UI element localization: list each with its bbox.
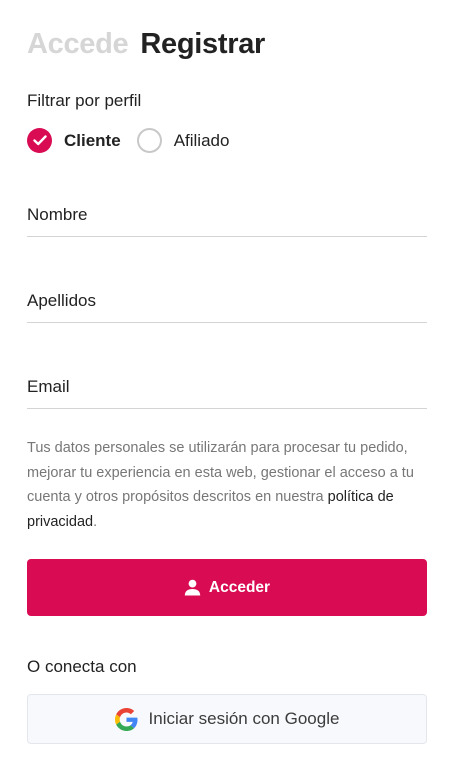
profile-filter-label: Filtrar por perfil	[27, 91, 142, 110]
google-signin-button[interactable]: Iniciar sesión con Google	[27, 694, 427, 744]
lastname-field-wrapper	[27, 279, 427, 323]
google-signin-label: Iniciar sesión con Google	[148, 709, 340, 728]
email-field-wrapper	[27, 365, 427, 409]
submit-label: Acceder	[208, 578, 271, 596]
radio-label-afiliado: Afiliado	[173, 130, 230, 150]
submit-button[interactable]: Acceder	[27, 559, 427, 616]
radio-unchecked-icon[interactable]	[136, 128, 162, 153]
email-input[interactable]	[27, 365, 427, 408]
privacy-suffix: .	[93, 513, 98, 530]
register-page: Accede Registrar Filtrar por perfil Clie…	[0, 0, 461, 761]
tab-register[interactable]: Registrar	[140, 26, 265, 62]
user-icon	[184, 579, 201, 596]
profile-radio-group: Cliente Afiliado	[27, 128, 245, 153]
radio-label-cliente: Cliente	[64, 130, 121, 150]
social-connect-label: O conecta con	[27, 657, 137, 676]
lastname-input[interactable]	[27, 279, 427, 322]
name-input[interactable]	[27, 193, 427, 236]
radio-option-cliente[interactable]: Cliente	[27, 128, 121, 153]
google-icon	[114, 707, 138, 731]
privacy-notice: Tus datos personales se utilizarán para …	[27, 436, 432, 534]
tab-login[interactable]: Accede	[27, 26, 129, 62]
check-icon	[32, 135, 47, 146]
auth-tabs: Accede Registrar	[27, 26, 265, 62]
name-field-wrapper	[27, 193, 427, 237]
radio-checked-icon[interactable]	[27, 128, 52, 153]
radio-option-afiliado[interactable]: Afiliado	[136, 128, 230, 153]
